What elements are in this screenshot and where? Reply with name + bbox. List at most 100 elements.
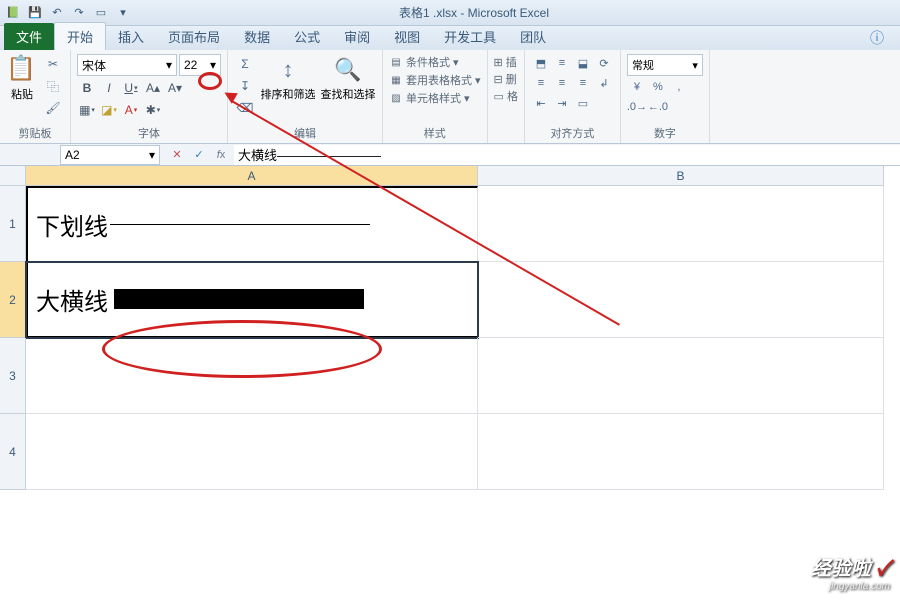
chevron-down-icon[interactable]: ▾ (149, 148, 155, 162)
align-right-icon[interactable]: ≡ (573, 74, 593, 92)
align-top-icon[interactable]: ⬒ (531, 54, 551, 72)
worksheet[interactable]: A B 1 下划线 2 大横线 3 4 (0, 166, 900, 490)
font-grow-button[interactable]: A▴ (143, 78, 163, 98)
cell-b2[interactable] (478, 262, 884, 338)
number-format-select[interactable]: 常规▾ (627, 54, 703, 76)
help-icon[interactable]: ⓘ (864, 26, 890, 50)
select-all-corner[interactable] (0, 166, 26, 186)
decrease-decimal-icon[interactable]: ←.0 (648, 98, 668, 116)
cond-fmt-icon: ▤ (389, 55, 403, 69)
cell-b1[interactable] (478, 186, 884, 262)
table-fmt-icon: ▦ (389, 73, 403, 87)
cell-b4[interactable] (478, 414, 884, 490)
ribbon-tabs: 文件 开始 插入 页面布局 数据 公式 审阅 视图 开发工具 团队 ⓘ (0, 26, 900, 50)
tab-formulas[interactable]: 公式 (282, 23, 332, 50)
autosum-icon[interactable]: Σ (234, 54, 256, 74)
fill-icon[interactable]: ↧ (234, 76, 256, 96)
sort-filter-button[interactable]: ↕ 排序和筛选 (260, 54, 316, 123)
tab-insert[interactable]: 插入 (106, 23, 156, 50)
phonetic-button[interactable]: ✱▾ (143, 100, 163, 120)
row-header-2[interactable]: 2 (0, 262, 26, 338)
save-icon[interactable]: 💾 (26, 4, 44, 22)
name-box[interactable]: A2▾ (60, 145, 160, 165)
tab-page-layout[interactable]: 页面布局 (156, 23, 232, 50)
currency-icon[interactable]: ¥ (627, 78, 647, 96)
font-shrink-button[interactable]: A▾ (165, 78, 185, 98)
align-center-icon[interactable]: ≡ (552, 74, 572, 92)
format-cells-button[interactable]: ▭格 (494, 88, 518, 104)
file-tab[interactable]: 文件 (4, 23, 54, 50)
column-header-b[interactable]: B (478, 166, 884, 186)
cells-group-label (494, 139, 518, 143)
format-as-table-button[interactable]: ▦套用表格格式▾ (389, 72, 481, 88)
row-header-3[interactable]: 3 (0, 338, 26, 414)
font-color-button[interactable]: A▾ (121, 100, 141, 120)
excel-icon: 📗 (4, 4, 22, 22)
alignment-group: ⬒ ≡ ⬓ ⟳ ≡ ≡ ≡ ↲ ⇤ ⇥ ▭ 对齐方式 (525, 50, 621, 143)
cancel-edit-icon[interactable]: ✕ (168, 146, 186, 164)
font-name-select[interactable]: 宋体▾ (77, 54, 177, 76)
cell-a1[interactable]: 下划线 (26, 186, 478, 262)
cell-a2[interactable]: 大横线 (26, 262, 478, 338)
row-header-4[interactable]: 4 (0, 414, 26, 490)
number-group-label: 数字 (627, 123, 703, 143)
tab-view[interactable]: 视图 (382, 23, 432, 50)
font-group: 宋体▾ 22▾ B I U▾ A▴ A▾ ▦▾ ◪▾ A▾ (71, 50, 228, 143)
align-middle-icon[interactable]: ≡ (552, 54, 572, 72)
comma-icon[interactable]: , (669, 78, 689, 96)
wrap-text-icon[interactable]: ↲ (594, 74, 614, 92)
formula-input[interactable] (234, 145, 900, 165)
sort-filter-icon: ↕ (272, 54, 304, 86)
delete-cells-button[interactable]: ⊟删 (494, 71, 518, 87)
cell-style-icon: ▨ (389, 91, 403, 105)
cell-styles-button[interactable]: ▨单元格样式▾ (389, 90, 481, 106)
paste-icon[interactable]: 📋 (6, 54, 38, 86)
cut-icon[interactable]: ✂ (42, 54, 64, 74)
decrease-indent-icon[interactable]: ⇤ (531, 94, 551, 112)
cell-b3[interactable] (478, 338, 884, 414)
fill-color-button[interactable]: ◪▾ (99, 100, 119, 120)
fx-icon[interactable]: fx (212, 146, 230, 164)
column-header-a[interactable]: A (26, 166, 478, 186)
increase-indent-icon[interactable]: ⇥ (552, 94, 572, 112)
cell-a4[interactable] (26, 414, 478, 490)
orientation-icon[interactable]: ⟳ (594, 54, 614, 72)
percent-icon[interactable]: % (648, 78, 668, 96)
new-icon[interactable]: ▭ (92, 4, 110, 22)
borders-button[interactable]: ▦▾ (77, 100, 97, 120)
bold-button[interactable]: B (77, 78, 97, 98)
increase-decimal-icon[interactable]: .0→ (627, 98, 647, 116)
insert-cells-button[interactable]: ⊞插 (494, 54, 518, 70)
copy-icon[interactable]: ⿻ (42, 76, 64, 96)
align-left-icon[interactable]: ≡ (531, 74, 551, 92)
redo-icon[interactable]: ↷ (70, 4, 88, 22)
format-icon: ▭ (494, 90, 504, 103)
underline-sample (110, 224, 370, 225)
tab-team[interactable]: 团队 (508, 23, 558, 50)
italic-button[interactable]: I (99, 78, 119, 98)
tab-developer[interactable]: 开发工具 (432, 23, 508, 50)
paste-button[interactable]: 粘贴 (11, 86, 33, 102)
clear-icon[interactable]: ⌫ (234, 98, 256, 118)
conditional-format-button[interactable]: ▤条件格式▾ (389, 54, 481, 70)
insert-icon: ⊞ (494, 56, 503, 69)
undo-icon[interactable]: ↶ (48, 4, 66, 22)
chevron-down-icon[interactable]: ▾ (166, 58, 172, 72)
find-select-button[interactable]: 🔍 查找和选择 (320, 54, 376, 123)
number-group: 常规▾ ¥ % , .0→ ←.0 数字 (621, 50, 710, 143)
format-painter-icon[interactable]: 🖌 (42, 98, 64, 118)
underline-button[interactable]: U▾ (121, 78, 141, 98)
merge-cells-icon[interactable]: ▭ (573, 94, 593, 112)
tab-home[interactable]: 开始 (54, 22, 106, 50)
font-size-select[interactable]: 22▾ (179, 54, 221, 76)
qat-dropdown-icon[interactable]: ▾ (114, 4, 132, 22)
watermark: 经验啦 ✓ jingyanla.com (811, 552, 890, 592)
tab-data[interactable]: 数据 (232, 23, 282, 50)
tab-review[interactable]: 审阅 (332, 23, 382, 50)
align-bottom-icon[interactable]: ⬓ (573, 54, 593, 72)
row-header-1[interactable]: 1 (0, 186, 26, 262)
chevron-down-icon[interactable]: ▾ (210, 58, 216, 72)
cell-a3[interactable] (26, 338, 478, 414)
accept-edit-icon[interactable]: ✓ (190, 146, 208, 164)
styles-group-label: 样式 (389, 123, 481, 143)
